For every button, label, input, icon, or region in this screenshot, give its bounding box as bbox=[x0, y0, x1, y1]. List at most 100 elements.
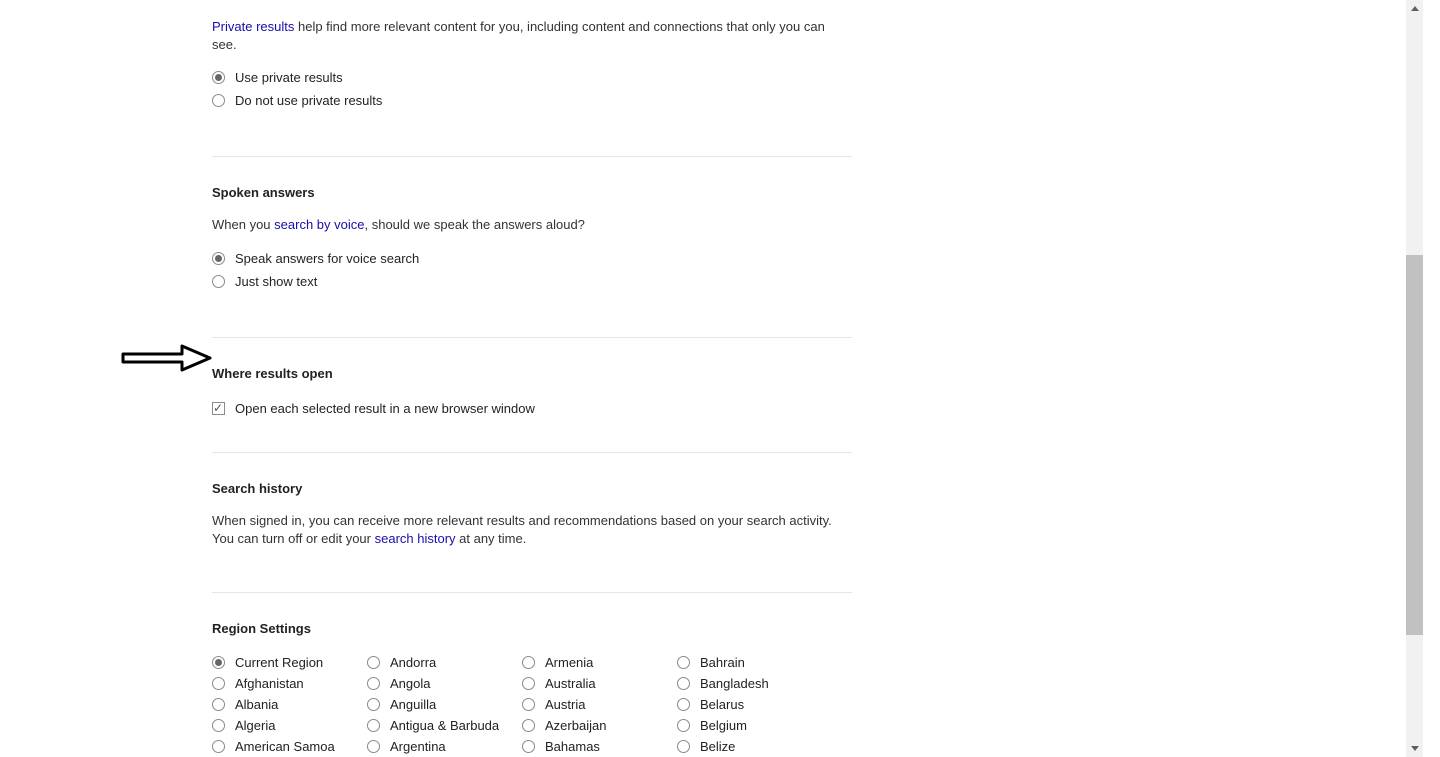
label-speak-answers[interactable]: Speak answers for voice search bbox=[235, 251, 419, 266]
region-option: Australia bbox=[522, 673, 677, 694]
region-option: Albania bbox=[212, 694, 367, 715]
region-column: Current Region Afghanistan Albania Algeria A… bbox=[212, 652, 367, 757]
history-desc-post: at any time. bbox=[456, 531, 527, 546]
radio-region[interactable] bbox=[212, 677, 225, 690]
section-where-results-open: Where results open Open each selected re… bbox=[212, 337, 852, 444]
radio-region[interactable] bbox=[367, 698, 380, 711]
label-region[interactable]: Angola bbox=[390, 676, 430, 691]
region-option: American Samoa bbox=[212, 736, 367, 757]
label-do-not-use-private-results[interactable]: Do not use private results bbox=[235, 93, 382, 108]
region-option: Andorra bbox=[367, 652, 522, 673]
region-option: Anguilla bbox=[367, 694, 522, 715]
private-results-desc-text: help find more relevant content for you,… bbox=[212, 19, 825, 52]
section-private-results: Private results help find more relevant … bbox=[212, 18, 852, 148]
spoken-desc-pre: When you bbox=[212, 217, 274, 232]
region-option: Armenia bbox=[522, 652, 677, 673]
label-region[interactable]: American Samoa bbox=[235, 739, 335, 754]
radio-region[interactable] bbox=[367, 677, 380, 690]
search-history-description: When signed in, you can receive more rel… bbox=[212, 512, 852, 548]
section-search-history: Search history When signed in, you can r… bbox=[212, 452, 852, 584]
region-option: Austria bbox=[522, 694, 677, 715]
label-just-show-text[interactable]: Just show text bbox=[235, 274, 317, 289]
label-region[interactable]: Bahrain bbox=[700, 655, 745, 670]
radio-do-not-use-private-results[interactable] bbox=[212, 94, 225, 107]
radio-region[interactable] bbox=[522, 719, 535, 732]
radio-region[interactable] bbox=[212, 698, 225, 711]
vertical-scrollbar[interactable] bbox=[1406, 0, 1423, 757]
section-spoken-answers: Spoken answers When you search by voice,… bbox=[212, 156, 852, 328]
label-region[interactable]: Argentina bbox=[390, 739, 446, 754]
region-settings-heading: Region Settings bbox=[212, 621, 852, 636]
label-region[interactable]: Armenia bbox=[545, 655, 593, 670]
label-region[interactable]: Algeria bbox=[235, 718, 275, 733]
radio-region[interactable] bbox=[212, 740, 225, 753]
scrollbar-thumb[interactable] bbox=[1406, 255, 1423, 635]
checkbox-open-new-window[interactable] bbox=[212, 402, 225, 415]
region-option: Angola bbox=[367, 673, 522, 694]
radio-region[interactable] bbox=[677, 740, 690, 753]
scrollbar-down-button[interactable] bbox=[1406, 740, 1423, 757]
region-option: Belgium bbox=[677, 715, 832, 736]
radio-region[interactable] bbox=[212, 719, 225, 732]
radio-region[interactable] bbox=[522, 698, 535, 711]
label-region[interactable]: Anguilla bbox=[390, 697, 436, 712]
label-region[interactable]: Andorra bbox=[390, 655, 436, 670]
search-history-heading: Search history bbox=[212, 481, 852, 496]
region-option: Bangladesh bbox=[677, 673, 832, 694]
scrollbar-down-arrow-icon bbox=[1411, 746, 1419, 751]
private-results-link[interactable]: Private results bbox=[212, 19, 294, 34]
region-option: Bahrain bbox=[677, 652, 832, 673]
label-region[interactable]: Bahamas bbox=[545, 739, 600, 754]
radio-region[interactable] bbox=[677, 656, 690, 669]
label-region[interactable]: Current Region bbox=[235, 655, 323, 670]
label-use-private-results[interactable]: Use private results bbox=[235, 70, 343, 85]
private-results-description: Private results help find more relevant … bbox=[212, 18, 852, 54]
radio-region[interactable] bbox=[522, 740, 535, 753]
label-region[interactable]: Belarus bbox=[700, 697, 744, 712]
spoken-answers-heading: Spoken answers bbox=[212, 185, 852, 200]
label-region[interactable]: Albania bbox=[235, 697, 278, 712]
radio-region[interactable] bbox=[677, 677, 690, 690]
radio-speak-answers[interactable] bbox=[212, 252, 225, 265]
region-option: Current Region bbox=[212, 652, 367, 673]
label-region[interactable]: Afghanistan bbox=[235, 676, 304, 691]
region-column: Bahrain Bangladesh Belarus Belgium Belize bbox=[677, 652, 832, 757]
search-history-link[interactable]: search history bbox=[375, 531, 456, 546]
region-option: Afghanistan bbox=[212, 673, 367, 694]
region-option: Antigua & Barbuda bbox=[367, 715, 522, 736]
region-grid: Current Region Afghanistan Albania Algeria A… bbox=[212, 652, 852, 757]
label-open-new-window[interactable]: Open each selected result in a new brows… bbox=[235, 401, 535, 416]
radio-use-private-results[interactable] bbox=[212, 71, 225, 84]
radio-just-show-text[interactable] bbox=[212, 275, 225, 288]
label-region[interactable]: Antigua & Barbuda bbox=[390, 718, 499, 733]
label-region[interactable]: Azerbaijan bbox=[545, 718, 606, 733]
radio-region[interactable] bbox=[367, 719, 380, 732]
region-column: Andorra Angola Anguilla Antigua & Barbuda Ar… bbox=[367, 652, 522, 757]
scrollbar-up-button[interactable] bbox=[1406, 0, 1423, 17]
radio-region[interactable] bbox=[522, 677, 535, 690]
spoken-desc-post: , should we speak the answers aloud? bbox=[364, 217, 584, 232]
section-region-settings: Region Settings Current Region Afghanista… bbox=[212, 592, 852, 757]
radio-region[interactable] bbox=[212, 656, 225, 669]
search-by-voice-link[interactable]: search by voice bbox=[274, 217, 364, 232]
where-results-open-heading: Where results open bbox=[212, 366, 852, 381]
region-option: Belize bbox=[677, 736, 832, 757]
region-option: Argentina bbox=[367, 736, 522, 757]
label-region[interactable]: Belgium bbox=[700, 718, 747, 733]
region-option: Belarus bbox=[677, 694, 832, 715]
radio-region[interactable] bbox=[677, 719, 690, 732]
region-column: Armenia Australia Austria Azerbaijan Bahamas bbox=[522, 652, 677, 757]
region-option: Azerbaijan bbox=[522, 715, 677, 736]
spoken-answers-description: When you search by voice, should we spea… bbox=[212, 216, 852, 234]
label-region[interactable]: Bangladesh bbox=[700, 676, 769, 691]
radio-region[interactable] bbox=[367, 656, 380, 669]
region-option: Bahamas bbox=[522, 736, 677, 757]
label-region[interactable]: Australia bbox=[545, 676, 596, 691]
radio-region[interactable] bbox=[367, 740, 380, 753]
radio-region[interactable] bbox=[522, 656, 535, 669]
region-option: Algeria bbox=[212, 715, 367, 736]
label-region[interactable]: Belize bbox=[700, 739, 735, 754]
radio-region[interactable] bbox=[677, 698, 690, 711]
label-region[interactable]: Austria bbox=[545, 697, 585, 712]
annotation-arrow-icon bbox=[120, 342, 215, 374]
